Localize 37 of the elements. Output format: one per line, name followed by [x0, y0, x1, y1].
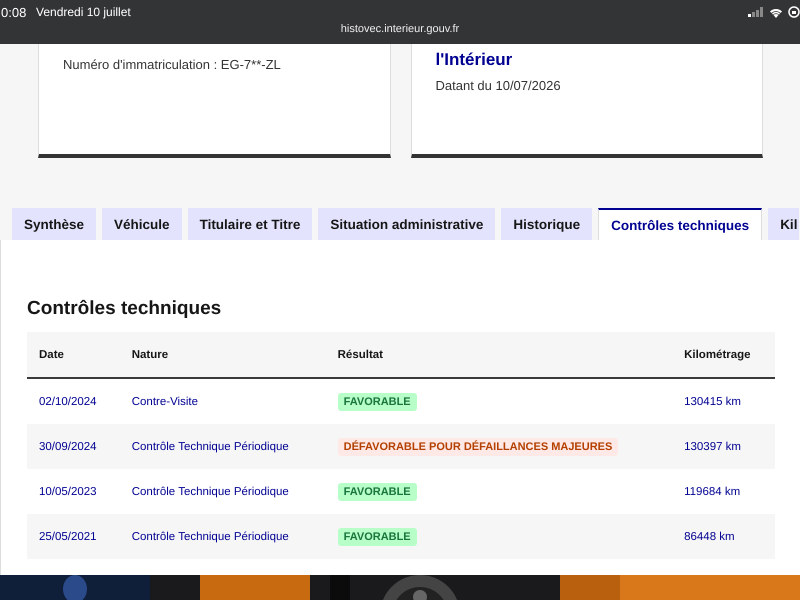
column-header: Date [27, 332, 120, 378]
column-header: Kilométrage [672, 332, 775, 378]
tab[interactable]: Synthèse [12, 208, 96, 240]
table-cell: Contrôle Technique Périodique [120, 514, 326, 559]
table-cell: Contre-Visite [120, 378, 326, 424]
result-tag: DÉFAVORABLE POUR DÉFAILLANCES MAJEURES [338, 438, 618, 456]
table-cell: 86448 km [672, 514, 775, 559]
result-tag: FAVORABLE [338, 528, 417, 546]
table-cell: 130397 km [672, 424, 775, 469]
table-cell: 30/09/2024 [27, 424, 120, 469]
column-header: Nature [120, 332, 326, 378]
status-date: Vendredi 10 juillet [36, 5, 131, 19]
table-cell: 130415 km [672, 378, 775, 424]
signal-icon [748, 7, 764, 17]
wifi-icon [769, 6, 783, 18]
address-url[interactable]: histovec.interieur.gouv.fr [340, 23, 460, 35]
table-cell: Contrôle Technique Périodique [120, 469, 326, 514]
card-text: Numéro d'immatriculation : EG-7**-ZL [63, 57, 282, 72]
tab[interactable]: Situation administrative [318, 208, 496, 240]
card-title: l'Intérieur [436, 50, 514, 70]
section-heading: Contrôles techniques [27, 297, 222, 321]
column-header: Résultat [326, 332, 672, 378]
card-text: Datant du 10/07/2026 [436, 78, 562, 93]
tab[interactable]: Titulaire et Titre [188, 208, 312, 240]
table-cell: 119684 km [672, 469, 775, 514]
table-cell: 10/05/2023 [27, 469, 120, 514]
result-tag: FAVORABLE [338, 482, 417, 500]
tab[interactable]: Kil [768, 208, 800, 240]
table-cell: 25/05/2021 [27, 514, 120, 559]
table-cell: 02/10/2024 [27, 378, 120, 424]
tab[interactable]: Contrôles techniques [598, 208, 762, 240]
result-tag: FAVORABLE [338, 392, 417, 410]
tab[interactable]: Historique [501, 208, 592, 240]
clock-time: 0:08 [1, 5, 26, 20]
table-cell: Contrôle Technique Périodique [120, 424, 326, 469]
tab[interactable]: Véhicule [102, 208, 182, 240]
rotation-lock-icon [788, 6, 800, 18]
